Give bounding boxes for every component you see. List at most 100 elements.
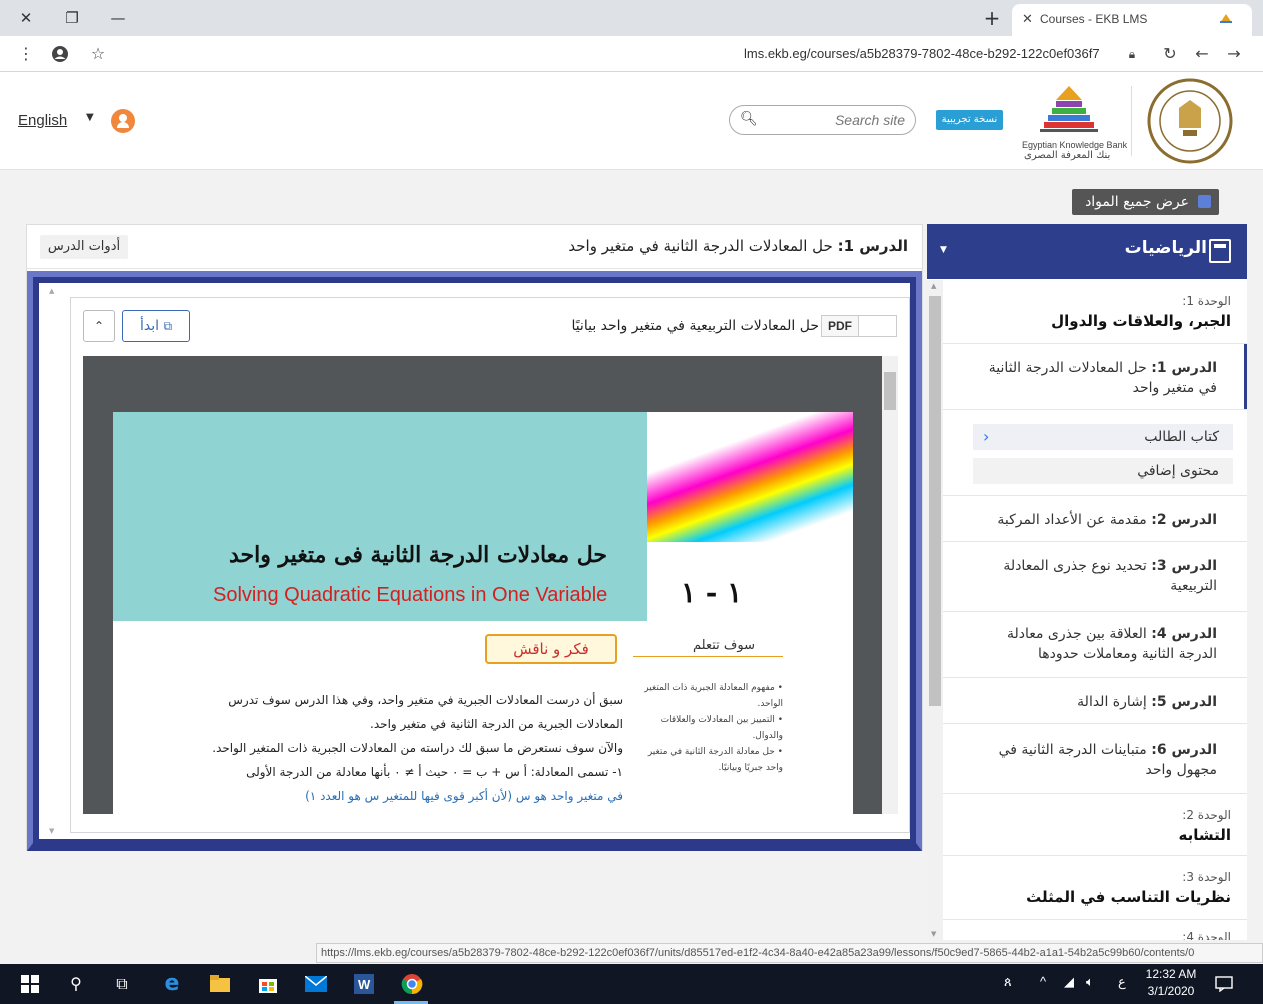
reload-icon[interactable]: ↻ bbox=[1158, 42, 1182, 66]
lesson-prefix: الدرس 4: bbox=[1151, 626, 1217, 642]
start-button[interactable]: ابدأ ⧉ bbox=[122, 310, 190, 342]
windows-taskbar: ⚲ ⧉ e W ጰ ^ ◢ 🔈︎ ع 12:32 AM 3/1/2020 bbox=[0, 964, 1263, 1004]
scroll-up-icon[interactable]: ▲ bbox=[49, 287, 54, 295]
lesson-subitems: كتاب الطالب ‹ محتوى إضافي bbox=[943, 410, 1247, 496]
think-discuss-label: فكر و ناقش bbox=[485, 634, 617, 664]
lesson-label: الدرس 6: متباينات الدرجة الثانية في مجهو… bbox=[977, 740, 1217, 780]
forward-icon[interactable]: → bbox=[1222, 42, 1246, 66]
minimize-window-icon[interactable]: — bbox=[106, 6, 130, 30]
lesson-item[interactable]: الدرس 5: إشارة الدالة bbox=[943, 678, 1247, 724]
restore-window-icon[interactable]: ❐ bbox=[60, 6, 84, 30]
user-avatar-icon[interactable] bbox=[111, 109, 135, 133]
lesson-prefix: الدرس 5: bbox=[1151, 694, 1217, 710]
pdf-scrollbar[interactable] bbox=[882, 356, 898, 814]
unit-item[interactable]: الوحدة 1: الجبر، والعلاقات والدوال bbox=[943, 280, 1247, 344]
collapse-button[interactable]: ⌃ bbox=[83, 310, 115, 342]
sidebar-scrollbar[interactable]: ▲ ▼ bbox=[927, 280, 943, 940]
lock-icon[interactable]: 🔒︎ bbox=[1120, 42, 1144, 66]
lesson-title: الدرس 1: حل المعادلات الدرجة الثانية في … bbox=[568, 237, 908, 255]
language-link[interactable]: English bbox=[18, 112, 67, 129]
unit-item[interactable]: الوحدة 4: bbox=[943, 920, 1247, 940]
student-book-item[interactable]: كتاب الطالب ‹ bbox=[973, 424, 1233, 450]
lesson-item[interactable]: الدرس 4: العلاقة بين جذرى معادلة الدرجة … bbox=[943, 612, 1247, 678]
extra-content-item[interactable]: محتوى إضافي bbox=[973, 458, 1233, 484]
profile-icon[interactable] bbox=[48, 42, 72, 66]
search-input[interactable] bbox=[760, 110, 905, 130]
store-icon[interactable] bbox=[256, 972, 280, 996]
active-indicator bbox=[1244, 344, 1247, 409]
pdf-viewer[interactable]: حل معادلات الدرجة الثانية فى متغير واحد … bbox=[83, 356, 898, 814]
svg-text:W: W bbox=[358, 977, 371, 992]
windows-start-icon[interactable] bbox=[18, 972, 42, 996]
scroll-down-icon[interactable]: ▼ bbox=[931, 930, 936, 938]
scroll-down-icon[interactable]: ▼ bbox=[49, 827, 54, 835]
lesson-tools-button[interactable]: أدوات الدرس bbox=[40, 235, 128, 259]
search-icon[interactable]: 🔍︎ bbox=[740, 111, 758, 127]
ekb-logo[interactable]: Egyptian Knowledge Bank بنك المعرفة المص… bbox=[1020, 80, 1127, 162]
chrome-icon[interactable] bbox=[400, 972, 424, 996]
url-text[interactable]: lms.ekb.eg/courses/a5b28379-7802-48ce-b2… bbox=[744, 46, 1100, 61]
pdf-scroll-thumb[interactable] bbox=[884, 372, 896, 410]
lesson-content-panel: أدوات الدرس الدرس 1: حل المعادلات الدرجة… bbox=[26, 224, 923, 851]
course-sidebar: ▼ الرياضيات ▲ ▼ الوحدة 1: الجبر، والعلاق… bbox=[927, 224, 1247, 940]
clock-date: 3/1/2020 bbox=[1147, 984, 1195, 998]
trial-badge: نسخة تجريبية bbox=[936, 110, 1003, 130]
word-icon[interactable]: W bbox=[352, 972, 376, 996]
lesson-label: الدرس 5: إشارة الدالة bbox=[977, 692, 1217, 712]
lesson-title-text: حل المعادلات الدرجة الثانية في متغير واح… bbox=[568, 237, 833, 255]
ekb-favicon-icon bbox=[1220, 14, 1232, 23]
ministry-seal-icon[interactable] bbox=[1143, 78, 1237, 164]
lesson-item-active[interactable]: الدرس 1: حل المعادلات الدرجة الثانية في … bbox=[943, 344, 1247, 410]
lesson-item[interactable]: الدرس 6: متباينات الدرجة الثانية في مجهو… bbox=[943, 724, 1247, 794]
lesson-label: الدرس 1: حل المعادلات الدرجة الثانية في … bbox=[977, 358, 1217, 398]
lesson-label: الدرس 2: مقدمة عن الأعداد المركبة bbox=[977, 510, 1217, 530]
volume-icon[interactable]: 🔈︎ bbox=[1086, 974, 1094, 990]
close-window-icon[interactable]: ✕ bbox=[14, 6, 38, 30]
new-tab-button[interactable]: + bbox=[980, 5, 1004, 31]
book-icon bbox=[1198, 195, 1211, 208]
caret-down-icon[interactable]: ▼ bbox=[940, 245, 947, 255]
header-divider bbox=[1131, 86, 1132, 156]
pdf-badge: PDF bbox=[821, 315, 859, 337]
subject-header[interactable]: ▼ الرياضيات bbox=[927, 224, 1247, 279]
lesson-title-text: مقدمة عن الأعداد المركبة bbox=[997, 512, 1147, 528]
unit-item[interactable]: الوحدة 2: التشابه bbox=[943, 794, 1247, 856]
lesson-prefix: الدرس 1: bbox=[1151, 360, 1217, 376]
file-explorer-icon[interactable] bbox=[208, 972, 232, 996]
lesson-item[interactable]: الدرس 3: تحديد نوع جذرى المعادلة التربيع… bbox=[943, 542, 1247, 612]
tray-expand-icon[interactable]: ^ bbox=[1040, 974, 1046, 989]
mail-icon[interactable] bbox=[304, 972, 328, 996]
learn-divider bbox=[633, 656, 783, 657]
unit-item[interactable]: الوحدة 3: نظريات التناسب في المثلث bbox=[943, 856, 1247, 920]
taskbar-search-icon[interactable]: ⚲ bbox=[64, 972, 88, 996]
clock[interactable]: 12:32 AM 3/1/2020 bbox=[1140, 966, 1202, 1000]
content-frame-inner: ▲ ▼ ⌃ ابدأ ⧉ حل المعادلات التربيعية في م… bbox=[39, 283, 910, 839]
tab-close-icon[interactable]: ✕ bbox=[1022, 11, 1033, 27]
pdf-section-number: ١ - ١ bbox=[681, 576, 743, 609]
address-bar: ⋮ ☆ lms.ekb.eg/courses/a5b28379-7802-48c… bbox=[0, 36, 1263, 72]
unit-label: الوحدة 1: bbox=[1182, 294, 1231, 308]
back-icon[interactable]: ← bbox=[1190, 42, 1214, 66]
task-view-icon[interactable]: ⧉ bbox=[110, 972, 134, 996]
lesson-label: الدرس 3: تحديد نوع جذرى المعادلة التربيع… bbox=[977, 556, 1217, 596]
bookmark-star-icon[interactable]: ☆ bbox=[86, 42, 110, 66]
search-box[interactable]: 🔍︎ bbox=[729, 105, 916, 135]
caret-down-icon[interactable]: ▼ bbox=[86, 112, 94, 123]
browser-tab[interactable]: ✕ Courses - EKB LMS bbox=[1012, 4, 1252, 36]
sidebar-scroll-thumb[interactable] bbox=[929, 296, 941, 706]
network-icon[interactable]: ◢ bbox=[1064, 974, 1074, 990]
menu-dots-icon[interactable]: ⋮ bbox=[14, 42, 38, 66]
lesson-title-text: إشارة الدالة bbox=[1077, 694, 1147, 710]
notifications-icon[interactable] bbox=[1212, 972, 1236, 996]
tab-title: Courses - EKB LMS bbox=[1040, 12, 1148, 26]
lesson-prefix: الدرس 3: bbox=[1151, 558, 1217, 574]
people-icon[interactable]: ጰ bbox=[1004, 974, 1012, 990]
input-language[interactable]: ع bbox=[1118, 974, 1126, 990]
edge-icon[interactable]: e bbox=[160, 972, 184, 996]
learn-bullet: • التمييز بين المعادلات والعلاقات والدوا… bbox=[660, 715, 783, 741]
lesson-prefix: الدرس 6: bbox=[1151, 742, 1217, 758]
all-materials-button[interactable]: عرض جميع المواد bbox=[1072, 189, 1219, 215]
scroll-up-icon[interactable]: ▲ bbox=[931, 282, 936, 290]
document-title: حل المعادلات التربيعية في متغير واحد بيا… bbox=[571, 318, 819, 334]
lesson-item[interactable]: الدرس 2: مقدمة عن الأعداد المركبة bbox=[943, 496, 1247, 542]
